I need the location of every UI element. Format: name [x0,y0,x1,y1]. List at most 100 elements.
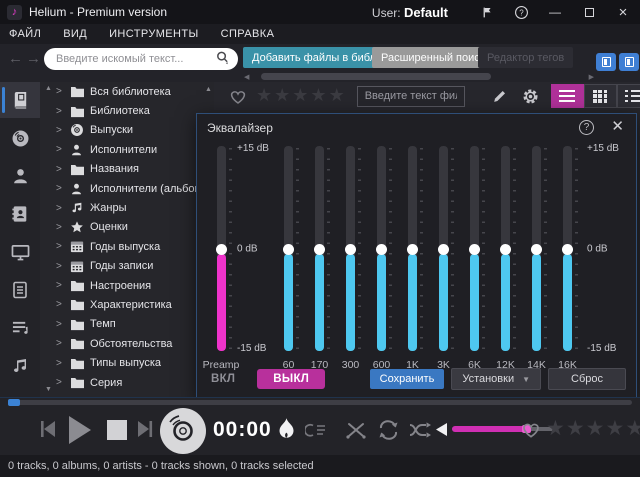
eq-slider-track[interactable] [217,146,226,351]
sidebar-item-discs[interactable] [0,120,40,156]
advanced-search-button[interactable]: Расширенный поиск [372,47,494,68]
star-icon[interactable]: ★ [310,87,326,105]
equalizer-dialog-header[interactable]: Эквалайзер ? ✕ [197,114,636,140]
star-icon[interactable]: ★ [292,87,308,105]
star-icon[interactable]: ★ [566,418,585,439]
eq-slider-track[interactable] [532,146,541,351]
tag-editor-button[interactable]: Редактор тегов [478,47,573,68]
flag-language-icon[interactable] [470,0,504,24]
previous-track-icon[interactable] [38,418,58,440]
eq-reset-button[interactable]: Сброс [548,368,626,390]
panel-toggle-right-icon[interactable] [619,53,639,71]
maximize-button[interactable] [572,0,606,24]
view-list-button[interactable] [551,84,584,108]
seek-thumb[interactable] [8,399,20,406]
tree-item[interactable]: >Темп [40,315,214,334]
eq-slider-track[interactable] [315,146,324,351]
eq-slider-thumb[interactable] [376,244,387,255]
play-queue-icon[interactable] [305,421,327,439]
eq-slider-thumb[interactable] [407,244,418,255]
eq-slider-track[interactable] [470,146,479,351]
chevron-right-icon[interactable]: > [56,222,70,233]
seek-bar[interactable] [0,397,640,406]
track-rating-stars[interactable]: ★★★★★ [546,418,640,439]
tree-item[interactable]: >Настроения [40,276,214,295]
favorite-heart-icon[interactable] [228,87,248,105]
search-input[interactable] [56,53,215,65]
stop-button-icon[interactable] [105,418,129,442]
next-track-icon[interactable] [135,418,155,440]
chevron-right-icon[interactable]: > [56,164,70,175]
crossfade-icon[interactable] [345,420,367,440]
favorite-heart-icon[interactable] [520,419,542,439]
scrollbar-thumb[interactable] [261,73,491,80]
star-icon[interactable]: ★ [605,418,624,439]
eq-slider-track[interactable] [346,146,355,351]
dialog-help-icon[interactable]: ? [579,120,594,135]
tree-vscroll-up-icon[interactable]: ▲ [205,86,212,93]
user-indicator[interactable]: User: Default [372,5,448,20]
view-details-button[interactable] [617,84,640,108]
tree-item[interactable]: >Годы записи [40,257,214,276]
tree-item[interactable]: >Библиотека [40,101,214,120]
seek-track[interactable] [8,400,632,405]
close-button[interactable]: × [606,0,640,24]
tree-item[interactable]: >Вся библиотека [40,82,214,101]
eq-slider-thumb[interactable] [345,244,356,255]
menu-item-3[interactable]: СПРАВКА [221,28,275,40]
star-icon[interactable]: ★ [256,87,272,105]
chevron-right-icon[interactable]: > [56,241,70,252]
eq-slider-thumb[interactable] [314,244,325,255]
sidebar-item-devices[interactable] [0,234,40,270]
tree-item[interactable]: >Обстоятельства [40,334,214,353]
minimize-button[interactable]: — [538,0,572,24]
tree-item[interactable]: >Исполнители (альбом) [40,179,214,198]
toolbar-scrollbar[interactable]: ◀ ▶ [244,72,594,81]
eq-slider-thumb[interactable] [469,244,480,255]
tree-item[interactable]: >Оценки [40,218,214,237]
nav-forward-icon[interactable]: → [26,50,41,67]
dialog-close-icon[interactable]: ✕ [611,117,624,135]
chevron-right-icon[interactable]: > [56,338,70,349]
eq-slider-track[interactable] [501,146,510,351]
eq-slider-track[interactable] [377,146,386,351]
chevron-right-icon[interactable]: > [56,261,70,272]
help-icon[interactable]: ? [504,0,538,24]
rating-stars[interactable]: ★★★★★ [256,87,345,105]
tree-scroll-up-icon[interactable]: ▲ [45,85,52,92]
eq-presets-button[interactable]: Установки ▼ [451,368,541,390]
shuffle-icon[interactable] [408,420,433,440]
menu-item-2[interactable]: ИНСТРУМЕНТЫ [109,28,199,40]
tree-item[interactable]: >Выпуски [40,121,214,140]
chevron-right-icon[interactable]: > [56,319,70,330]
tree-item[interactable]: >Серия [40,373,214,392]
panel-toggle-left-icon[interactable] [596,53,616,71]
tree-item[interactable]: >Годы выпуска [40,237,214,256]
filter-input[interactable] [357,86,465,107]
chevron-right-icon[interactable]: > [56,358,70,369]
sidebar-item-library-book[interactable] [0,82,40,118]
star-icon[interactable]: ★ [274,87,290,105]
tree-item[interactable]: >Исполнители [40,140,214,159]
chevron-right-icon[interactable]: > [56,106,70,117]
eq-slider-track[interactable] [439,146,448,351]
album-art-disc-icon[interactable] [160,408,206,454]
eq-slider-track[interactable] [284,146,293,351]
tree-item[interactable]: >Жанры [40,198,214,217]
chevron-right-icon[interactable]: > [56,86,70,97]
chevron-right-icon[interactable]: > [56,183,70,194]
star-icon[interactable]: ★ [329,87,345,105]
menu-item-0[interactable]: ФАЙЛ [9,28,41,40]
sidebar-item-artists[interactable] [0,158,40,194]
eq-slider-thumb[interactable] [500,244,511,255]
tree-item[interactable]: >Типы выпуска [40,353,214,372]
volume-speaker-icon[interactable] [435,422,448,437]
scrobble-flame-icon[interactable] [276,417,297,442]
sidebar-item-playlists[interactable] [0,310,40,346]
sidebar-item-music-notes[interactable] [0,348,40,384]
eq-slider-thumb[interactable] [531,244,542,255]
eq-save-button[interactable]: Сохранить [370,369,445,389]
edit-pencil-icon[interactable] [491,88,508,105]
view-grid-button[interactable] [584,84,617,108]
chevron-right-icon[interactable]: > [56,144,70,155]
